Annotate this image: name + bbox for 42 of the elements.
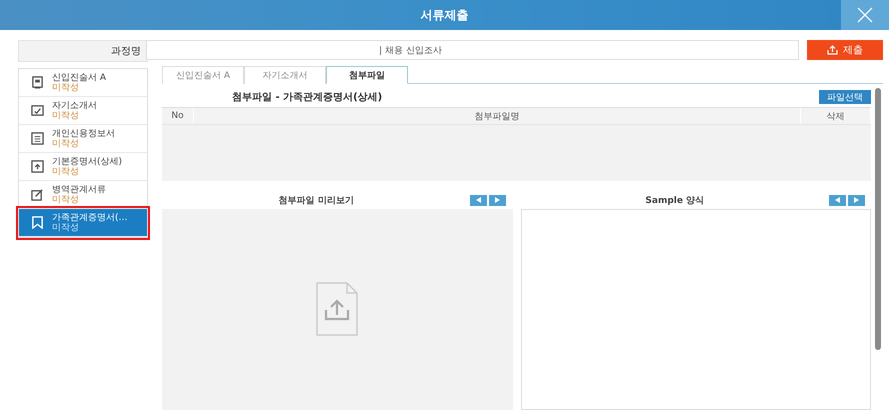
document-title: 신입진술서 A — [52, 72, 106, 82]
document-title: 가족관계증명서(… — [52, 212, 128, 222]
document-status: 미작성 — [52, 166, 80, 176]
bookmark-icon — [31, 216, 44, 229]
left-triangle-icon — [476, 197, 482, 203]
right-triangle-icon — [854, 197, 859, 203]
tab[interactable]: 첨부파일 — [326, 66, 408, 84]
document-title: 개인신용정보서 — [52, 128, 115, 138]
list-document-icon — [31, 132, 44, 145]
tab[interactable]: 신입진술서 A — [162, 66, 244, 84]
course-label: 과정명 — [18, 40, 148, 62]
tab[interactable]: 자기소개서 — [244, 66, 326, 84]
submit-button[interactable]: 제출 — [807, 40, 883, 60]
upload-document-icon — [31, 160, 44, 173]
upload-icon — [827, 45, 838, 55]
previous-button[interactable] — [470, 194, 488, 206]
sample-title: Sample 양식 — [645, 194, 704, 206]
document-title: 병역관계서류 — [52, 184, 106, 194]
previous-button[interactable] — [828, 194, 846, 206]
window-title: 서류제출 — [420, 6, 468, 24]
file-upload-icon — [316, 282, 359, 337]
document-item[interactable]: 가족관계증명서(… 미작성 — [19, 209, 147, 237]
next-button[interactable] — [848, 194, 865, 206]
attachments-title: 첨부파일 - 가족관계증명서(상세) — [232, 91, 382, 104]
close-button[interactable] — [841, 0, 889, 30]
course-field[interactable]: | 채용 신입조사 — [146, 40, 799, 60]
left-triangle-icon — [834, 197, 840, 203]
document-title: 기본증명서(상세) — [52, 156, 122, 166]
document-status: 미작성 — [52, 110, 80, 120]
document-status: 미작성 — [52, 138, 80, 148]
document-title: 자기소개서 — [52, 100, 97, 110]
document-status: 미작성 — [52, 222, 80, 232]
id-card-icon — [31, 76, 44, 89]
right-triangle-icon — [495, 197, 500, 203]
close-icon — [857, 7, 873, 23]
file-select-button[interactable]: 파일선택 — [819, 90, 871, 104]
document-status: 미작성 — [52, 82, 80, 92]
edit-icon — [31, 188, 44, 201]
preview-title: 첨부파일 미리보기 — [278, 194, 354, 206]
checked-note-icon — [31, 104, 44, 117]
document-status: 미작성 — [52, 194, 80, 204]
next-button[interactable] — [489, 194, 506, 206]
